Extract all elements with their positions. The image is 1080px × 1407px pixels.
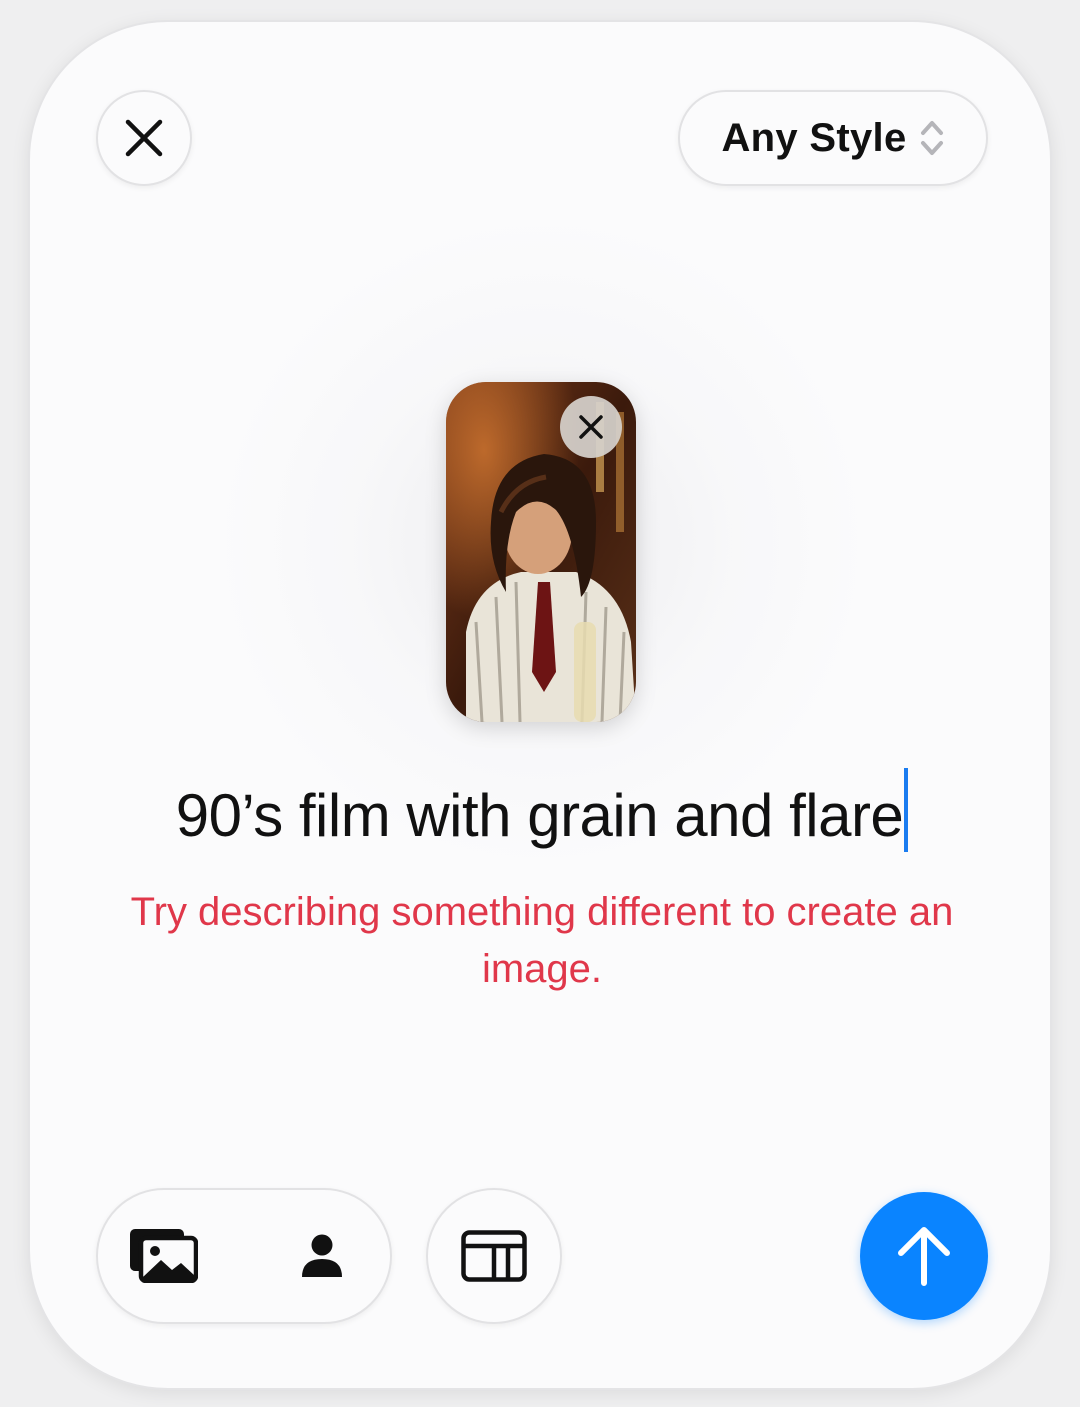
prompt-input[interactable]: 90’s film with grain and flare xyxy=(30,768,1050,852)
chevron-up-down-icon xyxy=(920,121,943,155)
arrow-up-icon xyxy=(898,1227,950,1286)
close-button[interactable] xyxy=(96,90,192,186)
style-picker-button[interactable]: Any Style xyxy=(678,90,988,186)
photo-library-icon xyxy=(130,1229,198,1283)
error-message: Try describing something different to cr… xyxy=(130,890,954,991)
style-picker-label: Any Style xyxy=(721,115,907,160)
remove-photo-button[interactable] xyxy=(560,396,622,458)
person-icon xyxy=(302,1234,342,1277)
layout-button[interactable] xyxy=(426,1188,562,1324)
image-playground-card: Any Style 90’s film with grain and flare… xyxy=(28,20,1052,1390)
prompt-text: 90’s film with grain and flare xyxy=(175,782,904,849)
text-caret xyxy=(904,768,909,852)
photo-library-button[interactable] xyxy=(126,1220,200,1290)
close-icon xyxy=(125,119,163,157)
send-button[interactable] xyxy=(860,1192,988,1320)
person-button[interactable] xyxy=(294,1224,350,1288)
close-icon xyxy=(579,415,603,439)
attachment-group xyxy=(96,1188,392,1324)
layout-icon xyxy=(461,1230,527,1282)
